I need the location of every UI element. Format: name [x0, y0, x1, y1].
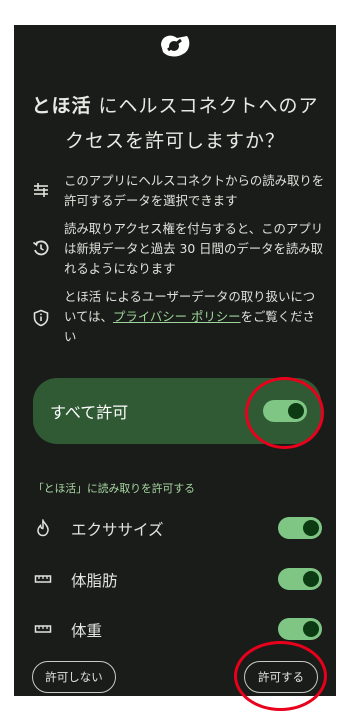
- allow-all-label: すべて許可: [50, 403, 129, 422]
- ruler-icon: [34, 575, 52, 583]
- deny-button[interactable]: 許可しない: [32, 661, 116, 693]
- allow-all-row[interactable]: すべて許可: [33, 378, 321, 444]
- permission-weight[interactable]: 体重: [34, 616, 322, 642]
- body-fat-toggle[interactable]: [278, 568, 322, 590]
- app-logo-icon: [161, 35, 190, 57]
- shield-icon: [33, 309, 49, 327]
- tune-icon: [34, 183, 48, 197]
- exercise-toggle[interactable]: [278, 517, 322, 539]
- section-label: 「とほ活」に読み取りを許可する: [33, 482, 195, 495]
- toggle-knob: [288, 403, 304, 419]
- info-privacy-text: とほ活 によるユーザーデータの取り扱いについては、プライバシー ポリシーをご覧く…: [64, 287, 326, 347]
- permission-label: 体脂肪: [71, 572, 118, 590]
- toggle-knob: [303, 520, 319, 536]
- toggle-knob: [303, 621, 319, 637]
- permission-screen: とほ活 にヘルスコネクトへのア クセスを許可しますか？ このアプリにヘルスコネク…: [14, 25, 336, 696]
- ruler-icon: [34, 625, 52, 633]
- toggle-knob: [303, 571, 319, 587]
- title-line1: にヘルスコネクトへのア: [98, 95, 319, 117]
- permission-body-fat[interactable]: 体脂肪: [34, 566, 322, 592]
- info-select-data-text: このアプリにヘルスコネクトからの読み取りを許可するデータを選択できます: [64, 173, 325, 208]
- allow-all-toggle[interactable]: [263, 400, 307, 422]
- allow-button[interactable]: 許可する: [244, 661, 318, 693]
- weight-toggle[interactable]: [278, 618, 322, 640]
- permission-label: エクササイズ: [71, 521, 164, 539]
- permission-exercise[interactable]: エクササイズ: [34, 515, 322, 541]
- title-app-name: とほ活: [31, 95, 92, 117]
- fire-icon: [37, 519, 49, 537]
- permission-label: 体重: [71, 622, 103, 640]
- history-icon: [32, 240, 49, 256]
- dialog-title: とほ活 にヘルスコネクトへのア クセスを許可しますか？: [26, 89, 324, 159]
- info-history-text: 読み取りアクセス権を付与すると、このアプリは新規データと過去 30 日間のデータ…: [64, 221, 324, 276]
- title-line2: クセスを許可しますか？: [64, 130, 285, 152]
- privacy-policy-link[interactable]: プライバシー ポリシー: [113, 309, 241, 324]
